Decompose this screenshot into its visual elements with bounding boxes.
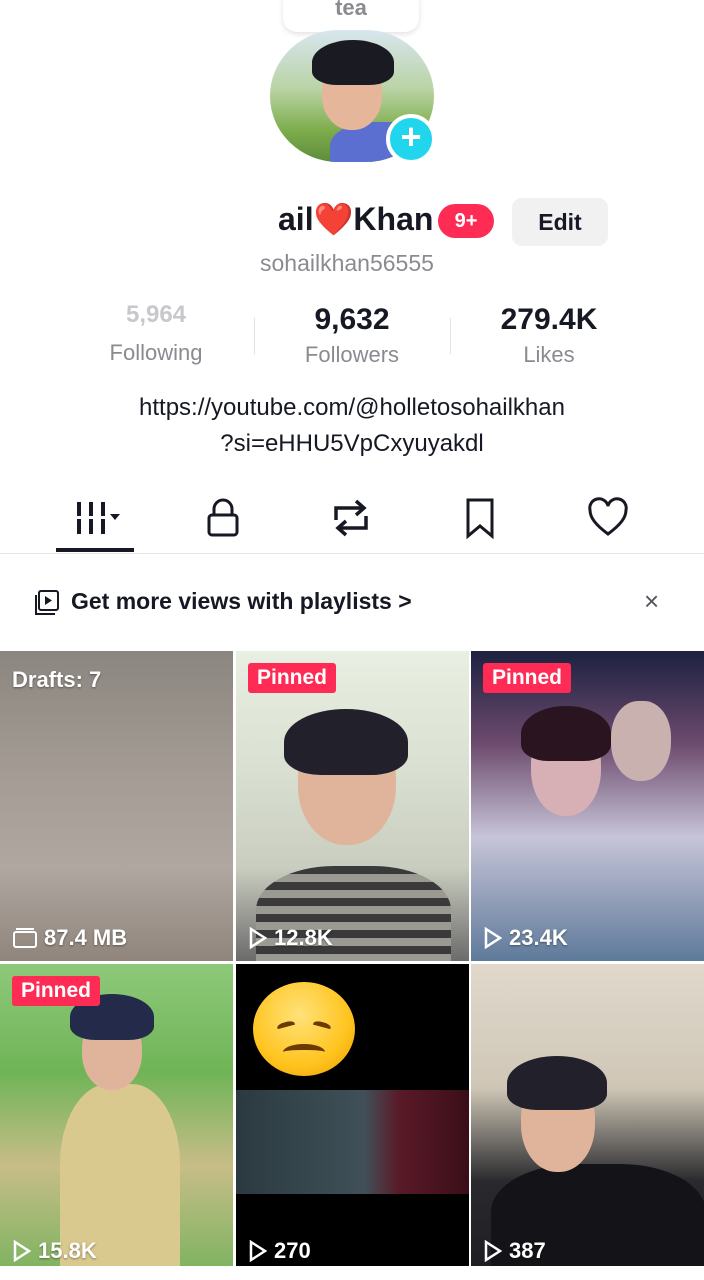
lock-icon (207, 498, 239, 537)
play-icon (13, 1240, 32, 1262)
drafts-label: Drafts: 7 (12, 667, 102, 692)
view-count: 387 (483, 1238, 546, 1264)
likes-count: 279.4K (500, 303, 598, 336)
following-label: Following (109, 340, 203, 365)
repost-icon (334, 499, 368, 537)
likes-stat[interactable]: 279.4K Likes (469, 300, 629, 368)
profile-name: ail❤️Khan (278, 201, 434, 237)
stat-divider (450, 318, 451, 354)
play-icon (484, 1240, 503, 1262)
likes-label: Likes (523, 342, 575, 367)
close-icon[interactable]: × (644, 586, 659, 617)
add-story-button[interactable]: + (386, 114, 436, 164)
folder-icon (13, 928, 37, 948)
profile-tabs (0, 488, 704, 554)
play-icon (249, 1240, 268, 1262)
videos-grid-icon (75, 502, 120, 534)
following-count: 5,964 (125, 301, 187, 328)
game-screenshot (236, 1090, 469, 1194)
tab-liked[interactable] (563, 488, 653, 548)
active-tab-indicator (56, 548, 134, 552)
view-count: 12.8K (248, 925, 333, 951)
pinned-badge: Pinned (12, 976, 101, 1006)
drafts-tile[interactable]: Drafts: 7 87.4 MB (0, 651, 233, 961)
video-tile[interactable]: Pinned 12.8K (236, 651, 469, 961)
bottom-strip (0, 1266, 704, 1280)
profile-name-row: ail❤️Khan 9+ Edit (0, 198, 704, 246)
video-tile[interactable]: Pinned 23.4K (471, 651, 704, 961)
pinned-badge: Pinned (248, 663, 337, 693)
followers-stat[interactable]: 9,632 Followers (272, 300, 432, 368)
drafts-size: 87.4 MB (12, 925, 127, 951)
tab-private[interactable] (178, 488, 268, 548)
notification-badge[interactable]: 9+ (438, 204, 494, 238)
view-count: 15.8K (12, 1238, 97, 1264)
bio-line-1: https://youtube.com/@holletosohailkhan (139, 394, 565, 421)
bookmark-icon (466, 498, 494, 540)
video-tile[interactable]: 387 (471, 964, 704, 1274)
note-text: tea (335, 0, 367, 20)
followers-count: 9,632 (314, 303, 390, 336)
bio-line-2: ?si=eHHU5VpCxyuyakdl (220, 430, 484, 457)
edit-profile-button[interactable]: Edit (512, 198, 608, 246)
heart-outline-icon (588, 497, 628, 536)
username: sohailkhan56555 (260, 250, 434, 276)
profile-stats: 5,964 Following 9,632 Followers 279.4K L… (0, 300, 704, 370)
play-icon (484, 927, 503, 949)
tab-reposts[interactable] (306, 488, 396, 548)
tab-saved[interactable] (435, 488, 525, 548)
video-tile[interactable]: 270 (236, 964, 469, 1274)
video-grid: Drafts: 7 87.4 MB Pinned 12.8K Pinned 23… (0, 651, 704, 1280)
followers-label: Followers (304, 342, 400, 367)
view-count: 270 (248, 1238, 311, 1264)
playlist-banner-text: Get more views with playlists > (71, 588, 412, 614)
tab-videos[interactable] (50, 488, 140, 548)
pinned-badge: Pinned (483, 663, 572, 693)
note-bubble[interactable]: tea (283, 0, 419, 32)
view-count: 23.4K (483, 925, 568, 951)
video-tile[interactable]: Pinned 15.8K (0, 964, 233, 1274)
bio-link[interactable]: https://youtube.com/@holletosohailkhan ?… (0, 390, 704, 462)
sad-emoji-icon (253, 982, 355, 1076)
following-stat[interactable]: 5,964 Following (76, 300, 236, 366)
playlist-icon (35, 590, 59, 615)
playlist-banner[interactable]: Get more views with playlists > × (0, 570, 704, 636)
play-icon (249, 927, 268, 949)
stat-divider (254, 318, 255, 354)
heart-icon: ❤️ (313, 201, 354, 237)
